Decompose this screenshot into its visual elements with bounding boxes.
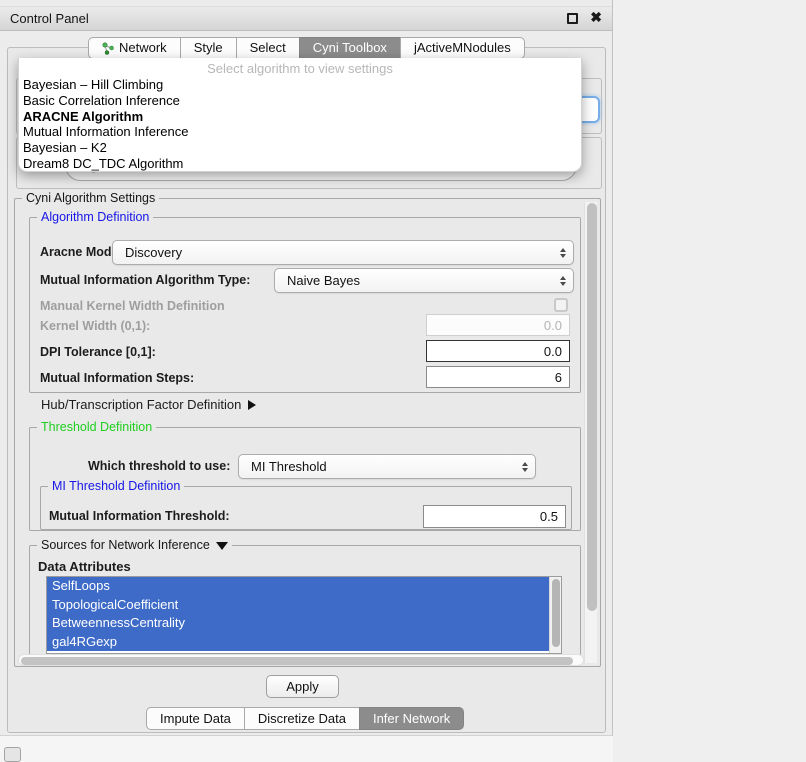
popup-item-bayesian-k2[interactable]: Bayesian – K2	[19, 140, 581, 156]
attribute-gal4rgexp[interactable]: gal4RGexp	[47, 633, 549, 652]
which-threshold-value: MI Threshold	[251, 459, 522, 474]
popup-item-aracne-algorithm[interactable]: ARACNE Algorithm	[19, 109, 581, 125]
algorithm-dropdown-popup: Select algorithm to view settings Bayesi…	[18, 58, 582, 172]
data-attributes-list[interactable]: SelfLoopsTopologicalCoefficientBetweenne…	[46, 576, 562, 654]
minimized-panel-icon[interactable]	[4, 747, 21, 762]
popup-item-dream8-dc-tdc-algorithm[interactable]: Dream8 DC_TDC Algorithm	[19, 156, 581, 172]
kernel-width-field[interactable]: 0.0	[426, 314, 570, 336]
mi-type-label: Mutual Information Algorithm Type:	[40, 273, 250, 287]
mi-type-value: Naive Bayes	[287, 273, 560, 288]
tab-jactivemnodules[interactable]: jActiveMNodules	[400, 37, 525, 59]
mi-steps-label: Mutual Information Steps:	[40, 371, 194, 385]
float-window-icon[interactable]	[567, 13, 578, 24]
mi-threshold-value: 0.5	[540, 509, 558, 524]
tab-cyni-toolbox[interactable]: Cyni Toolbox	[299, 37, 401, 59]
data-attributes-label: Data Attributes	[38, 560, 131, 574]
mi-steps-field[interactable]: 6	[426, 366, 570, 388]
tab-label: Infer Network	[373, 709, 450, 729]
dpi-tolerance-value: 0.0	[544, 344, 562, 359]
algorithm-definition-group: Algorithm Definition Aracne Mode: Discov…	[29, 217, 581, 393]
mi-threshold-definition-title: MI Threshold Definition	[48, 479, 184, 494]
which-threshold-label: Which threshold to use:	[88, 459, 230, 473]
stepper-arrows-icon	[560, 276, 566, 286]
hub-definition-expander[interactable]: Hub/Transcription Factor Definition	[41, 397, 256, 412]
application-window: Control Panel ✖ galFiltered.sif default …	[0, 0, 806, 762]
mi-type-combo[interactable]: Naive Bayes	[274, 268, 574, 293]
aracne-mode-label: Aracne Mode:	[40, 245, 123, 259]
threshold-definition-group: Threshold Definition Which threshold to …	[29, 427, 581, 531]
popup-placeholder: Select algorithm to view settings	[19, 60, 581, 77]
tab-label: Style	[194, 38, 223, 58]
close-icon[interactable]: ✖	[590, 9, 602, 26]
expand-arrow-icon	[248, 400, 256, 410]
settings-horizontal-scrollbar[interactable]	[18, 654, 584, 666]
tab-discretize-data[interactable]: Discretize Data	[244, 707, 360, 730]
threshold-definition-title: Threshold Definition	[37, 420, 156, 435]
which-threshold-combo[interactable]: MI Threshold	[238, 454, 536, 479]
tab-network[interactable]: Network	[88, 37, 181, 59]
settings-vertical-scrollbar[interactable]	[584, 202, 597, 663]
control-panel: Control Panel ✖ galFiltered.sif default …	[0, 0, 613, 736]
aracne-mode-value: Discovery	[125, 245, 560, 260]
dpi-tolerance-label: DPI Tolerance [0,1]:	[40, 345, 156, 359]
attribute-selfloops[interactable]: SelfLoops	[47, 577, 549, 596]
tab-style[interactable]: Style	[180, 37, 237, 59]
hub-definition-label: Hub/Transcription Factor Definition	[41, 397, 241, 412]
sources-title-text: Sources for Network Inference	[41, 538, 210, 552]
mi-threshold-definition-group: MI Threshold Definition Mutual Informati…	[40, 486, 572, 530]
cyni-algorithm-settings-group: Cyni Algorithm Settings Algorithm Defini…	[14, 198, 601, 667]
kernel-width-label: Kernel Width (0,1):	[40, 319, 150, 333]
sources-group: Sources for Network Inference Data Attri…	[29, 545, 581, 661]
panel-title: Control Panel	[10, 7, 89, 31]
attribute-topologicalcoefficient[interactable]: TopologicalCoefficient	[47, 596, 549, 615]
manual-kernel-label: Manual Kernel Width Definition	[40, 299, 225, 313]
collapse-arrow-icon	[216, 542, 228, 550]
control-panel-bottom-tabs: Impute Data Discretize Data Infer Network	[146, 707, 464, 730]
tab-label: Discretize Data	[258, 709, 346, 729]
popup-item-list: Bayesian – Hill ClimbingBasic Correlatio…	[19, 77, 581, 172]
scrollbar-thumb[interactable]	[21, 657, 573, 665]
aracne-mode-combo[interactable]: Discovery	[112, 240, 574, 265]
tab-select[interactable]: Select	[236, 37, 300, 59]
popup-item-bayesian-hill-climbing[interactable]: Bayesian – Hill Climbing	[19, 77, 581, 93]
control-panel-tabs: Network Style Select Cyni Toolbox jActiveMNo…	[88, 37, 525, 59]
attribute-betweennesscentrality[interactable]: BetweennessCentrality	[47, 614, 549, 633]
manual-kernel-checkbox[interactable]	[554, 298, 568, 312]
attribute-items: SelfLoopsTopologicalCoefficientBetweenne…	[47, 577, 561, 651]
algorithm-definition-title: Algorithm Definition	[37, 210, 153, 225]
list-vertical-scrollbar[interactable]	[549, 577, 561, 653]
settings-group-title: Cyni Algorithm Settings	[22, 191, 159, 206]
tab-label: Cyni Toolbox	[313, 38, 387, 58]
tab-infer-network[interactable]: Infer Network	[359, 707, 464, 730]
scrollbar-thumb[interactable]	[587, 203, 597, 611]
tab-label: Network	[119, 38, 167, 58]
kernel-width-value: 0.0	[544, 318, 562, 333]
tab-impute-data[interactable]: Impute Data	[146, 707, 245, 730]
scrollbar-thumb[interactable]	[552, 579, 560, 647]
control-panel-titlebar: Control Panel ✖	[0, 6, 612, 31]
popup-item-mutual-information-inference[interactable]: Mutual Information Inference	[19, 124, 581, 140]
tab-label: Select	[250, 38, 286, 58]
popup-item-basic-correlation-inference[interactable]: Basic Correlation Inference	[19, 93, 581, 109]
network-icon	[102, 42, 114, 55]
mi-threshold-field[interactable]: 0.5	[423, 505, 566, 528]
dpi-tolerance-field[interactable]: 0.0	[426, 340, 570, 362]
tab-label: Impute Data	[160, 709, 231, 729]
mi-threshold-label: Mutual Information Threshold:	[49, 509, 230, 523]
stepper-arrows-icon	[522, 462, 528, 472]
mi-steps-value: 6	[555, 370, 562, 385]
tab-label: jActiveMNodules	[414, 38, 511, 58]
stepper-arrows-icon	[560, 248, 566, 258]
apply-button[interactable]: Apply	[266, 675, 339, 698]
sources-group-title: Sources for Network Inference	[37, 538, 232, 553]
right-workspace: GALGAL80GAL10GAL1GAL11SWI4GAL4GCY1HAP4YH…	[613, 0, 806, 762]
